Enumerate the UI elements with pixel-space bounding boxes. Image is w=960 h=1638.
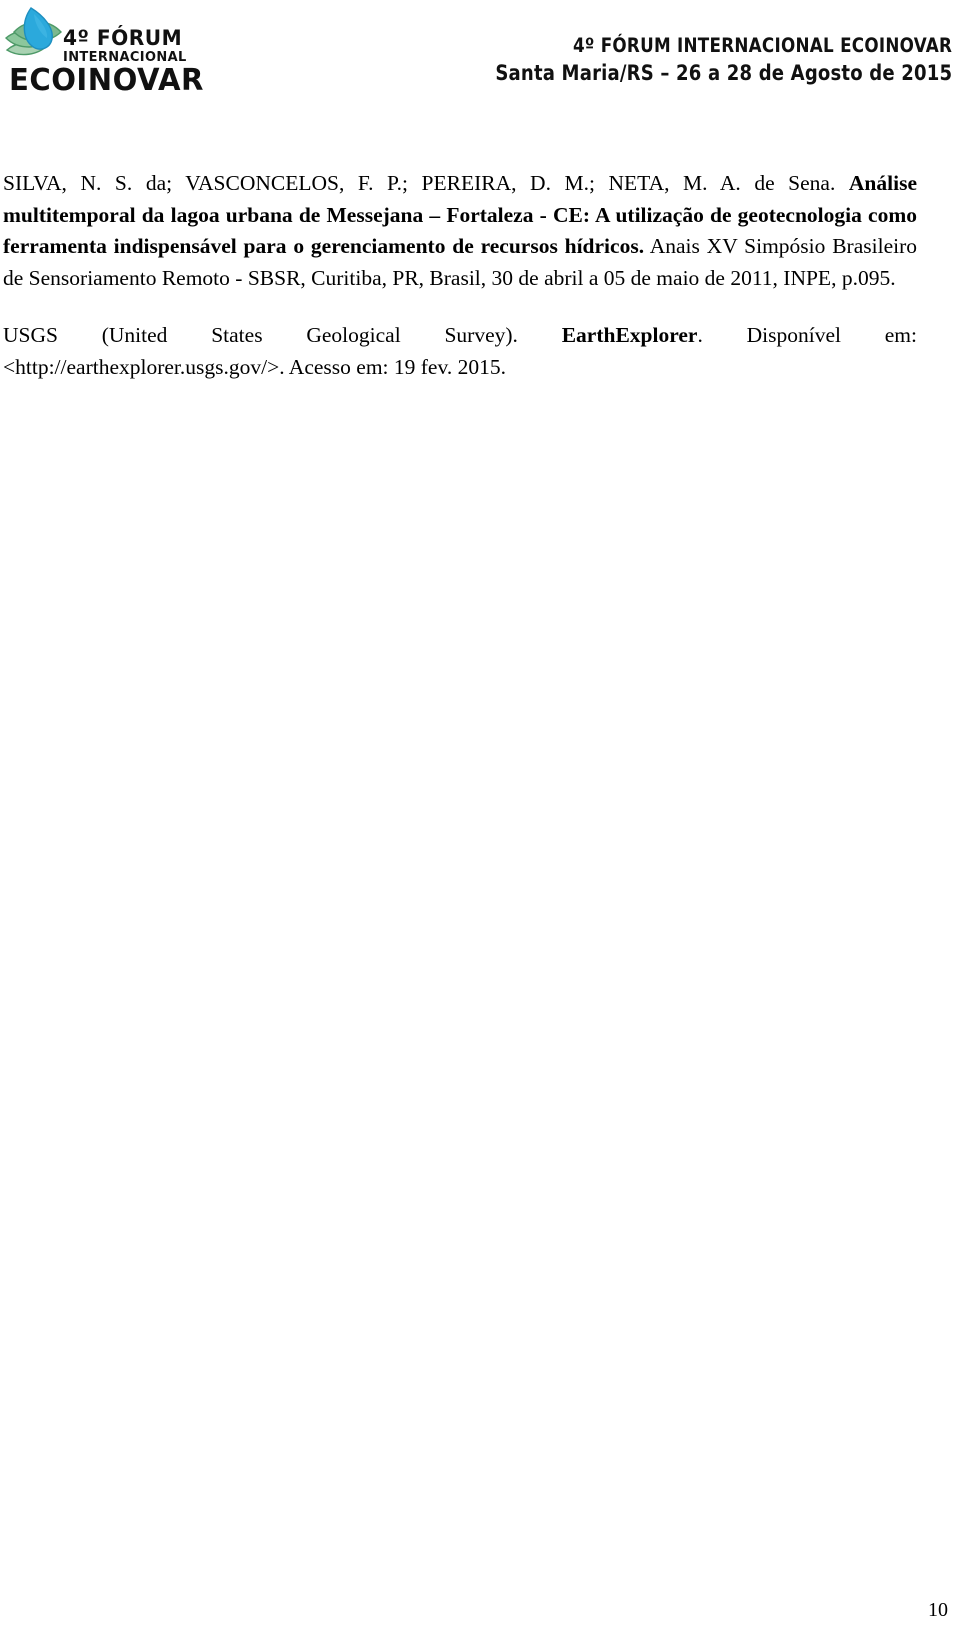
ecoinovar-logo: 4º FÓRUM INTERNACIONAL ECOINOVAR: [4, 6, 203, 100]
page-footer: 10: [0, 1600, 948, 1620]
logo-wordmark-forum: 4º FÓRUM: [63, 26, 183, 50]
event-title-line2: Santa Maria/RS – 26 a 28 de Agosto de 20…: [495, 60, 952, 85]
page-header: 4º FÓRUM INTERNACIONAL ECOINOVAR 4º FÓRU…: [0, 0, 960, 108]
event-title-line1: 4º FÓRUM INTERNACIONAL ECOINOVAR: [572, 34, 952, 57]
references-list: SILVA, N. S. da; VASCONCELOS, F. P.; PER…: [3, 168, 917, 384]
reference-entry: SILVA, N. S. da; VASCONCELOS, F. P.; PER…: [3, 168, 917, 294]
page-number: 10: [928, 1599, 948, 1621]
logo-wordmark-ecoinovar: ECOINOVAR: [9, 63, 204, 98]
logo-wordmark: 4º FÓRUM INTERNACIONAL: [63, 28, 192, 65]
reference-title: EarthExplorer: [561, 323, 698, 348]
reference-authors: USGS (United States Geological Survey).: [3, 323, 562, 348]
reference-entry: USGS (United States Geological Survey). …: [3, 320, 917, 383]
event-title: 4º FÓRUM INTERNACIONAL ECOINOVAR Santa M…: [421, 34, 952, 87]
reference-authors: SILVA, N. S. da; VASCONCELOS, F. P.; PER…: [3, 171, 849, 195]
document-page: 4º FÓRUM INTERNACIONAL ECOINOVAR 4º FÓRU…: [0, 0, 960, 1638]
